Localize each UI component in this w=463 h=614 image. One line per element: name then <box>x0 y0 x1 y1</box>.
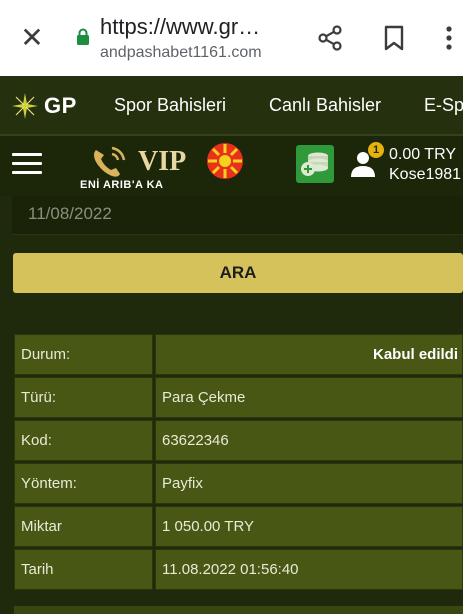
promo-caption: ENİ ARIB'A KA <box>80 179 164 191</box>
menu-icon[interactable] <box>12 153 42 177</box>
site-logo[interactable]: GP <box>10 90 77 122</box>
row-value-status: Kabul edildi <box>155 334 463 375</box>
star-logo-icon <box>12 93 38 119</box>
more-vert-icon[interactable] <box>444 24 454 52</box>
phone-icon <box>94 146 126 177</box>
lock-icon <box>77 28 89 45</box>
table-row: Yöntem: Payfix <box>14 463 463 504</box>
site-nav: GP Spor Bahisleri Canlı Bahisler E-Spor <box>0 76 463 136</box>
date-field[interactable]: 11/08/2022 <box>12 196 463 235</box>
row-value-type: Para Çekme <box>155 377 463 418</box>
row-label-code: Kod: <box>14 420 153 461</box>
nav-e-spor[interactable]: E-Spor <box>424 95 463 116</box>
table-row: Miktar 1 050.00 TRY <box>14 506 463 547</box>
bookmark-icon[interactable] <box>382 24 406 52</box>
url-domain[interactable]: andpashabet1161.com <box>100 44 262 62</box>
nav-canli-bahisler[interactable]: Canlı Bahisler <box>269 95 381 116</box>
promo-vip-text: VIP <box>138 146 187 177</box>
row-value-code: 63622346 <box>155 420 463 461</box>
row-label-type: Türü: <box>14 377 153 418</box>
row-label-method: Yöntem: <box>14 463 153 504</box>
account-username[interactable]: Kose1981 <box>389 166 461 184</box>
table-row: Durum: Kabul edildi <box>14 334 463 375</box>
wallet-button[interactable] <box>296 145 334 183</box>
row-value-method: Payfix <box>155 463 463 504</box>
account-balance[interactable]: 0.00 TRY <box>389 146 456 164</box>
search-button[interactable]: ARA <box>13 253 463 293</box>
url-main[interactable]: https://www.gr… <box>100 14 260 40</box>
notification-badge: 1 <box>368 142 384 158</box>
row-label-date: Tarih <box>14 549 153 590</box>
table-row: Tarih 11.08.2022 01:56:40 <box>14 549 463 590</box>
table-row: Kod: 63622346 <box>14 420 463 461</box>
row-label-amount: Miktar <box>14 506 153 547</box>
table-row: Türü: Para Çekme <box>14 377 463 418</box>
nav-spor-bahisleri[interactable]: Spor Bahisleri <box>114 95 226 116</box>
date-value: 11/08/2022 <box>28 204 112 223</box>
share-icon[interactable] <box>316 24 344 52</box>
row-value-date: 11.08.2022 01:56:40 <box>155 549 463 590</box>
table-row-partial <box>14 606 463 614</box>
browser-toolbar: ✕ https://www.gr… andpashabet1161.com <box>0 0 463 76</box>
close-icon[interactable]: ✕ <box>18 24 46 52</box>
row-label-status: Durum: <box>14 334 153 375</box>
sun-flag-icon <box>207 143 243 179</box>
row-value-amount: 1 050.00 TRY <box>155 506 463 547</box>
promo-banner[interactable]: VIP ENİ ARIB'A KA <box>80 142 248 192</box>
coins-icon <box>301 152 328 176</box>
logo-text: GP <box>44 93 77 118</box>
